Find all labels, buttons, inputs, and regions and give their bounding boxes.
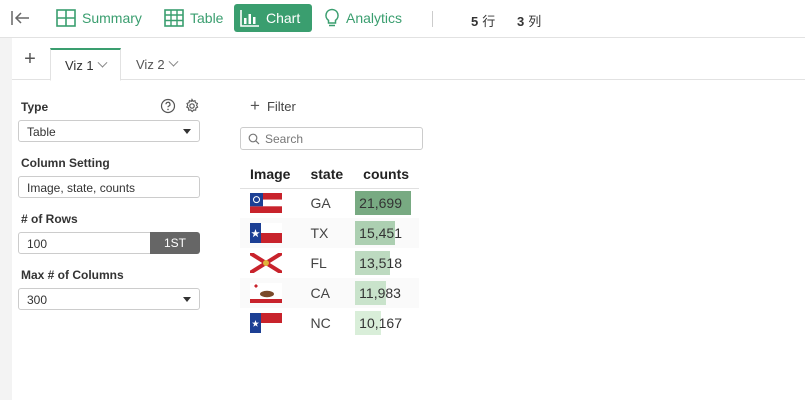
max-columns-select[interactable]: 300	[18, 288, 200, 310]
first-rows-button[interactable]: 1ST	[150, 232, 200, 254]
count-value: 13,518	[359, 255, 402, 271]
column-setting-value: Image, state, counts	[27, 181, 136, 195]
filter-label: Filter	[266, 98, 296, 114]
image-cell	[240, 278, 301, 308]
viz-panel: + Viz 1 Viz 2 Type Table Column Setting …	[12, 38, 805, 400]
rows-input[interactable]: 100	[18, 232, 152, 254]
tab-viz-1[interactable]: Viz 1	[50, 48, 121, 81]
column-header-image[interactable]: Image	[240, 160, 301, 189]
tab-viz-2-label: Viz 2	[136, 56, 165, 72]
column-setting-field[interactable]: Image, state, counts	[18, 176, 200, 198]
max-columns-value: 300	[27, 293, 48, 307]
help-icon[interactable]	[160, 98, 176, 117]
image-cell	[240, 188, 300, 218]
column-setting-label: Column Setting	[21, 156, 110, 170]
state-cell: GA	[310, 195, 331, 212]
state-cell: TX	[300, 218, 354, 248]
state-cell: FL	[310, 255, 327, 271]
type-label: Type	[21, 100, 49, 114]
column-count-unit: 列	[528, 14, 542, 29]
georgia-flag-icon	[250, 193, 282, 214]
row-count-value: 5	[471, 14, 479, 29]
image-cell	[240, 248, 300, 278]
search-icon	[248, 133, 260, 144]
top-toolbar: Summary Table Chart Analytics 5行 3列	[0, 0, 805, 38]
table-row: TX 15,451	[240, 218, 420, 248]
table-label: Table	[190, 10, 224, 26]
lightbulb-icon	[325, 8, 339, 27]
plus-icon: +	[250, 96, 260, 115]
collapse-sidebar-icon[interactable]	[10, 8, 34, 30]
count-value: 10,167	[359, 315, 402, 331]
max-columns-label: Max # of Columns	[21, 268, 124, 282]
counts-cell: 21,699	[353, 188, 419, 218]
table-row: FL 13,518	[240, 248, 419, 278]
row-count: 5行	[471, 11, 495, 30]
add-tab-button[interactable]: +	[20, 49, 40, 70]
chevron-down-icon[interactable]	[97, 57, 108, 68]
search-box	[240, 127, 423, 150]
florida-flag-icon	[250, 253, 282, 273]
counts-cell: 11,983	[353, 278, 420, 308]
state-cell: NC	[310, 315, 331, 331]
column-header-state[interactable]: state	[300, 160, 354, 189]
summary-label: Summary	[82, 10, 142, 26]
row-count-unit: 行	[482, 14, 496, 29]
chevron-down-icon[interactable]	[168, 56, 179, 67]
type-select-value: Table	[27, 125, 56, 139]
table-row: CA 11,983	[240, 278, 420, 308]
california-flag-icon	[250, 283, 282, 303]
result-table: Image state counts GA 21,699 TX 15,451 F…	[240, 160, 420, 338]
count-value: 15,451	[359, 225, 402, 241]
viz-tab-bar: + Viz 1 Viz 2	[12, 38, 805, 81]
bar-chart-icon	[240, 10, 259, 27]
chart-button[interactable]: Chart	[234, 4, 312, 32]
add-filter-button[interactable]: + Filter	[250, 96, 296, 116]
column-count: 3列	[517, 11, 541, 30]
table-header-row: Image state counts	[240, 160, 420, 189]
tab-viz-2[interactable]: Viz 2	[122, 48, 191, 80]
analytics-label: Analytics	[346, 10, 403, 26]
table-row: NC 10,167	[240, 308, 419, 338]
table-button[interactable]: Table	[158, 4, 229, 32]
toolbar-divider	[432, 11, 433, 27]
north-carolina-flag-icon	[250, 313, 282, 333]
type-select[interactable]: Table	[18, 120, 200, 142]
table-icon	[164, 9, 184, 27]
column-header-counts[interactable]: counts	[353, 160, 420, 189]
image-cell	[240, 308, 300, 338]
texas-flag-icon	[250, 223, 282, 243]
gear-icon[interactable]	[184, 98, 200, 117]
search-input[interactable]	[265, 131, 415, 146]
analytics-button[interactable]: Analytics	[318, 4, 408, 32]
counts-cell: 13,518	[353, 248, 419, 278]
tab-viz-1-label: Viz 1	[65, 57, 94, 73]
table-row: GA 21,699	[240, 188, 419, 218]
chart-label: Chart	[266, 10, 301, 26]
rows-input-value: 100	[27, 237, 48, 251]
counts-cell: 15,451	[353, 218, 420, 248]
rows-label: # of Rows	[21, 212, 78, 226]
image-cell	[240, 218, 301, 248]
count-value: 21,699	[359, 195, 402, 212]
summary-icon	[56, 9, 76, 27]
count-value: 11,983	[359, 285, 401, 301]
summary-button[interactable]: Summary	[50, 4, 148, 32]
column-count-value: 3	[517, 14, 525, 29]
state-cell: CA	[300, 278, 354, 308]
counts-cell: 10,167	[353, 308, 419, 338]
